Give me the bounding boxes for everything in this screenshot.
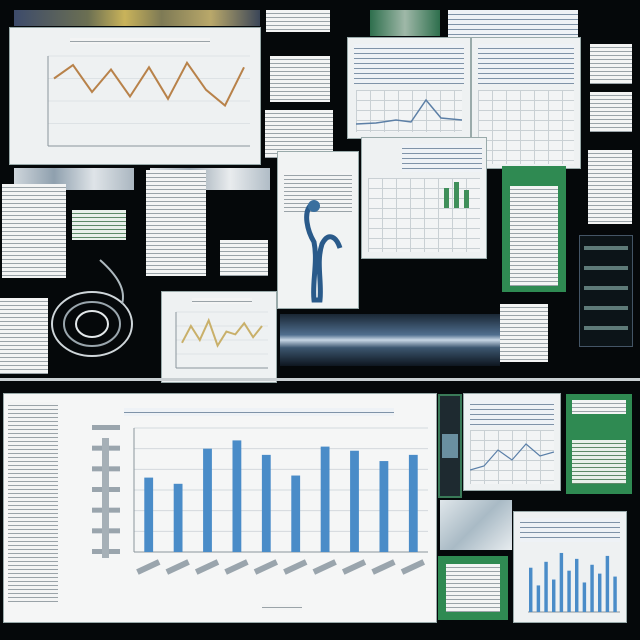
equipment-rack: [580, 236, 632, 346]
green-framed-document: [566, 394, 632, 494]
document-panel: [464, 394, 560, 490]
y-tick-label: [92, 425, 120, 430]
bar: [582, 582, 587, 612]
document-text-block: [446, 564, 500, 612]
section-divider: [0, 378, 640, 381]
x-tick-label: [283, 559, 308, 575]
line-chart-top: [47, 55, 250, 147]
bar: [536, 585, 541, 612]
photo-thumbnail: [438, 394, 462, 498]
x-tick-label: [136, 559, 161, 575]
bar: [173, 483, 183, 552]
x-tick-label: [312, 559, 337, 575]
mini-chart: [356, 90, 462, 132]
bar: [598, 573, 602, 612]
x-tick-label: [371, 559, 396, 575]
document-page: [588, 150, 632, 224]
x-tick-label: [253, 559, 279, 575]
bar: [261, 454, 271, 552]
bar: [567, 570, 571, 612]
document-page: [72, 210, 126, 240]
table-chart-panel: [362, 138, 486, 258]
bar: [379, 461, 389, 552]
document-page: [265, 110, 333, 158]
image-thumbnail: [440, 500, 512, 550]
x-tick-label: [194, 559, 220, 575]
x-tick-label: [341, 559, 367, 575]
panel-header: [402, 144, 482, 172]
bar: [605, 555, 610, 612]
x-tick-label: [400, 559, 426, 575]
document-text-block: [510, 186, 558, 286]
document-text-block: [572, 440, 626, 484]
bar: [320, 446, 330, 552]
bar-chart-panel: [4, 394, 436, 622]
mini-bar-chart: [444, 182, 469, 208]
bar: [529, 567, 533, 612]
figure-panel: [278, 152, 358, 308]
bar: [232, 440, 242, 552]
document-text-block: [478, 44, 574, 84]
document-page: [590, 44, 632, 84]
document-panel: [472, 38, 580, 168]
circular-cable-illustration: [51, 259, 133, 357]
document-page: [500, 304, 548, 362]
line-chart-panel-mid: [162, 292, 276, 382]
bar: [590, 564, 594, 612]
document-text-block: [572, 400, 626, 414]
line-chart-mid: [175, 311, 268, 369]
mini-chart: [470, 430, 554, 484]
document-page: [0, 298, 48, 374]
line-chart-panel-top: [10, 28, 260, 164]
bar: [350, 450, 359, 552]
bar-chart: [92, 425, 428, 575]
bar: [291, 475, 301, 552]
bar: [408, 454, 418, 552]
document-panel: [348, 38, 470, 138]
green-header-thumbnail: [370, 10, 440, 36]
mini-bar-chart: [528, 552, 620, 613]
figure-illustration: [304, 200, 343, 303]
x-tick-label: [165, 559, 190, 575]
bar: [552, 579, 556, 612]
top-banner-strip: [14, 10, 260, 26]
document-page: [146, 170, 206, 276]
document-text-block: [470, 400, 554, 426]
doc-thumbnail: [266, 10, 330, 32]
machinery-pipe: [280, 314, 500, 366]
series-line: [181, 317, 263, 348]
mini-table: [478, 90, 574, 164]
green-framed-document: [502, 166, 566, 292]
bar: [613, 576, 617, 612]
bar: [559, 552, 564, 612]
doc-thumbnail: [448, 10, 578, 38]
bar-chart-thumbnail-panel: [514, 512, 626, 622]
bar: [203, 448, 212, 552]
mini-line-chart: [470, 443, 554, 471]
document-text-block: [354, 44, 464, 84]
green-framed-document: [438, 556, 508, 620]
mini-line-chart: [356, 98, 462, 125]
bar: [544, 561, 548, 612]
x-tick-label: [224, 559, 249, 575]
y-axis-label: [102, 438, 109, 558]
document-page: [270, 56, 330, 102]
bar: [144, 477, 154, 552]
series-line: [53, 60, 245, 108]
bar: [575, 558, 579, 612]
document-page: [220, 240, 268, 276]
document-page: [590, 92, 632, 132]
